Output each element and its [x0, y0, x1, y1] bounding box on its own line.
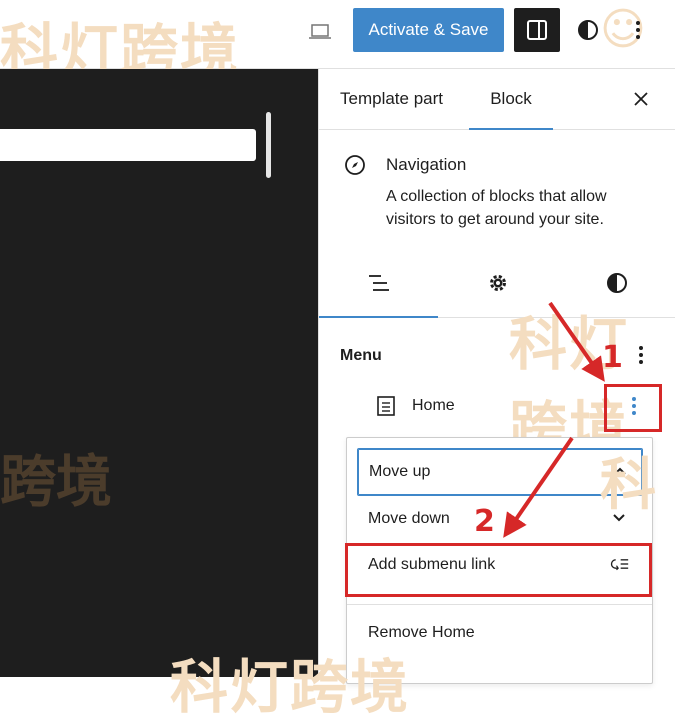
close-sidebar-button[interactable]: [629, 87, 653, 111]
watermark-canvas: 跨境: [0, 450, 112, 515]
watermark-right: 科: [600, 453, 656, 518]
menu-item-label: Home: [412, 397, 455, 414]
tab-template-part[interactable]: Template part: [340, 69, 443, 129]
device-preview-button[interactable]: [304, 18, 336, 46]
editor-canvas[interactable]: 跨境: [0, 69, 318, 677]
activate-save-button[interactable]: Activate & Save: [353, 8, 504, 52]
highlight-box-step-2: [345, 543, 652, 597]
canvas-scrollbar[interactable]: [266, 112, 271, 178]
watermark-bottom: 科灯跨境: [170, 640, 410, 724]
watermark-text: 科灯跨境: [170, 653, 411, 721]
list-view-icon: [368, 275, 389, 291]
options-menu-button[interactable]: [626, 14, 650, 46]
more-vertical-icon: [639, 346, 643, 364]
block-card: Navigation A collection of blocks that a…: [319, 129, 675, 241]
styles-button[interactable]: [572, 14, 604, 46]
block-title: Navigation: [386, 155, 467, 174]
step-number-1: 1: [602, 340, 623, 375]
menu-heading: Menu: [340, 347, 382, 364]
more-vertical-icon: [636, 21, 640, 39]
close-icon: [634, 92, 648, 106]
tab-block[interactable]: Block: [469, 69, 553, 129]
sidebar-icon: [527, 20, 547, 40]
editor-header: 科灯跨境 ☺ Activate & Save: [0, 0, 675, 85]
sidebar-tabs: Template part Block: [319, 69, 675, 130]
page-icon: [377, 396, 395, 416]
compass-icon: [345, 155, 365, 175]
option-label: Move up: [369, 463, 431, 480]
block-description: A collection of blocks that allow visito…: [386, 188, 607, 228]
dropdown-divider: [347, 604, 652, 605]
active-inspector-tab-indicator: [319, 316, 438, 318]
gear-icon: [489, 275, 506, 291]
canvas-navigation-bar[interactable]: [0, 129, 256, 161]
settings-sidebar-toggle[interactable]: [514, 8, 560, 52]
move-down-option[interactable]: Move down: [357, 496, 641, 542]
half-circle-icon: [606, 273, 627, 293]
menu-options-button[interactable]: [633, 341, 649, 369]
option-label: Move down: [368, 510, 450, 527]
half-circle-icon: [578, 20, 598, 40]
tab-list-view[interactable]: [319, 249, 438, 317]
highlight-box-step-1: [604, 384, 662, 432]
laptop-icon: [309, 24, 331, 39]
step-number-2: 2: [474, 504, 495, 539]
